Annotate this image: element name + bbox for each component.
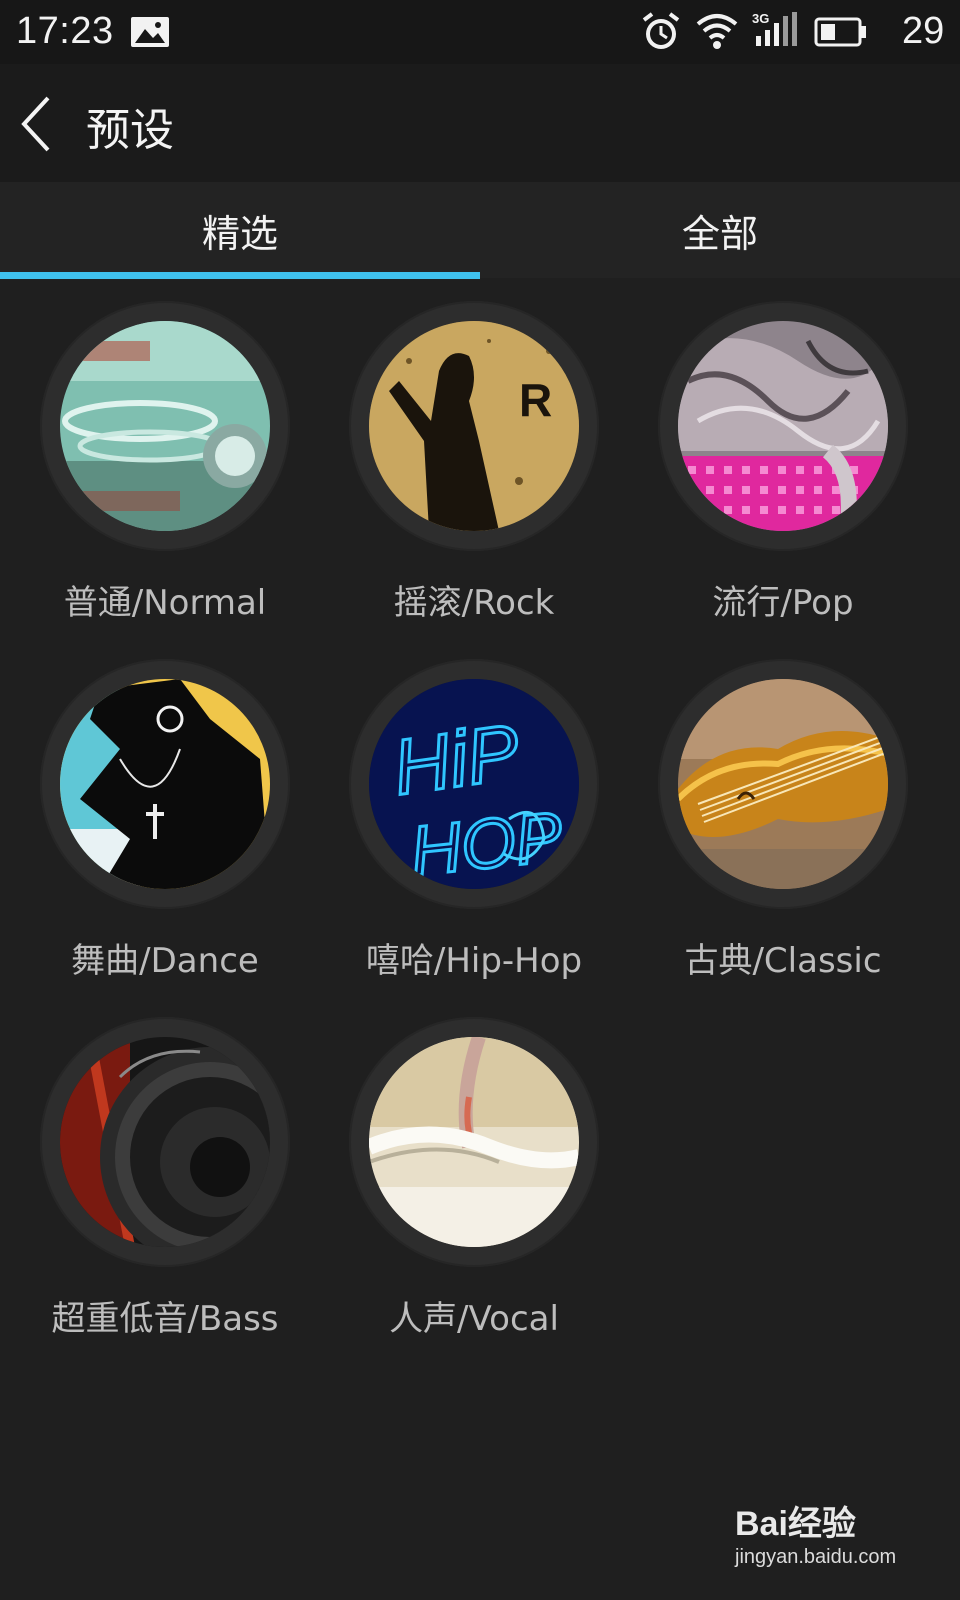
bass-cover-image bbox=[60, 1037, 270, 1247]
tab-featured[interactable]: 精选 bbox=[0, 182, 480, 278]
pop-cover-image bbox=[678, 321, 888, 531]
vocal-cover-image bbox=[369, 1037, 579, 1247]
preset-ring bbox=[349, 1017, 599, 1267]
3g-signal-icon: 3G bbox=[752, 10, 800, 54]
battery-icon bbox=[814, 16, 868, 52]
hip-hop-cover-image: HiP HOP bbox=[369, 679, 579, 889]
svg-text:R: R bbox=[519, 374, 552, 426]
svg-text:3G: 3G bbox=[752, 11, 769, 26]
rock-cover-image: R bbox=[369, 321, 579, 531]
chevron-left-icon[interactable] bbox=[14, 94, 58, 154]
preset-bass[interactable]: 超重低音/Bass bbox=[0, 995, 315, 1355]
preset-ring: HiP HOP bbox=[349, 659, 599, 909]
preset-classic[interactable]: 古典/Classic bbox=[618, 637, 933, 997]
status-time: 17:23 bbox=[16, 10, 114, 52]
wifi-icon bbox=[696, 12, 738, 54]
classic-cover-image bbox=[678, 679, 888, 889]
preset-vocal[interactable]: 人声/Vocal bbox=[309, 995, 624, 1355]
preset-ring: R bbox=[349, 301, 599, 551]
title-bar: 预设 bbox=[0, 64, 960, 182]
preset-hip-hop[interactable]: HiP HOP 嘻哈/Hip-Hop bbox=[309, 637, 624, 997]
battery-percentage: 29 bbox=[902, 10, 945, 52]
preset-pop[interactable]: 流行/Pop bbox=[618, 279, 933, 639]
tab-all[interactable]: 全部 bbox=[480, 182, 960, 278]
preset-label: 摇滚/Rock bbox=[393, 583, 555, 623]
dance-cover-image bbox=[60, 679, 270, 889]
alarm-icon bbox=[640, 12, 682, 56]
watermark-url: jingyan.baidu.com bbox=[735, 1546, 897, 1568]
preset-label: 人声/Vocal bbox=[389, 1299, 559, 1339]
svg-text:HiP: HiP bbox=[388, 707, 525, 812]
preset-ring bbox=[658, 659, 908, 909]
page-title: 预设 bbox=[86, 105, 174, 156]
baidu-jingyan-watermark: Bai经验 jingyan.baidu.com bbox=[735, 1496, 935, 1586]
preset-rock[interactable]: R 摇滚/Rock bbox=[309, 279, 624, 639]
preset-ring bbox=[40, 301, 290, 551]
preset-label: 古典/Classic bbox=[684, 941, 882, 981]
preset-label: 超重低音/Bass bbox=[51, 1299, 279, 1339]
normal-cover-image bbox=[60, 321, 270, 531]
preset-ring bbox=[40, 1017, 290, 1267]
image-icon bbox=[130, 16, 170, 48]
preset-label: 嘻哈/Hip-Hop bbox=[365, 941, 583, 981]
tab-bar: 精选 全部 bbox=[0, 182, 960, 278]
preset-ring bbox=[40, 659, 290, 909]
preset-ring bbox=[658, 301, 908, 551]
active-tab-indicator bbox=[0, 272, 480, 279]
status-bar: 17:23 3G 29 bbox=[0, 0, 960, 64]
preset-label: 流行/Pop bbox=[712, 583, 854, 623]
preset-dance[interactable]: 舞曲/Dance bbox=[0, 637, 315, 997]
preset-normal[interactable]: 普通/Normal bbox=[0, 279, 315, 639]
preset-label: 舞曲/Dance bbox=[71, 941, 259, 981]
watermark-logo: Bai经验 bbox=[735, 1505, 856, 1543]
preset-label: 普通/Normal bbox=[63, 583, 267, 623]
